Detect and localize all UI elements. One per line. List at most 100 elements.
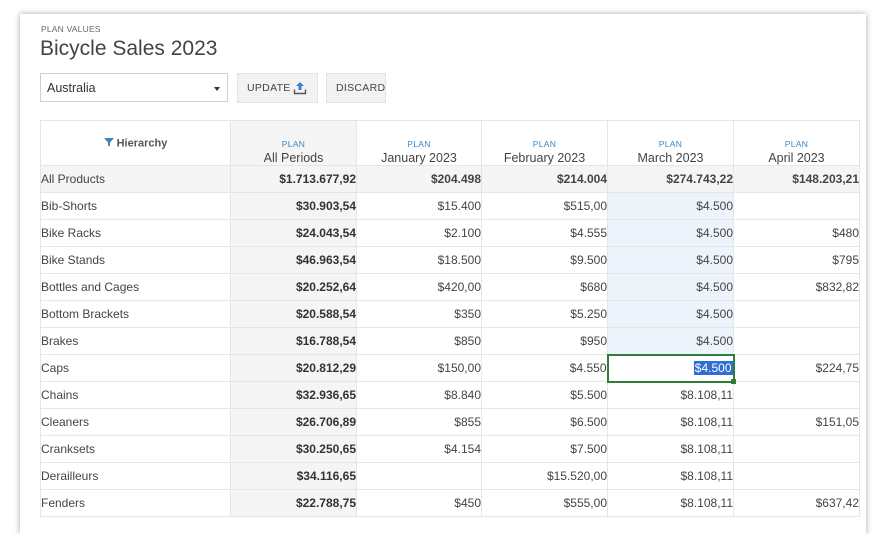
value-cell[interactable]: $18.500	[356, 246, 482, 274]
row-label: Fenders	[40, 489, 231, 517]
value-cell[interactable]	[356, 462, 482, 490]
region-select[interactable]: Australia	[40, 73, 228, 102]
value-cell[interactable]: $4.500	[607, 192, 734, 220]
value-cell[interactable]	[733, 327, 860, 355]
table-row: Derailleurs $34.116,65 $15.520,00 $8.108…	[40, 462, 860, 490]
value-cell[interactable]: $555,00	[481, 489, 608, 517]
row-total-cell: $30.903,54	[230, 192, 357, 220]
value-cell[interactable]: $274.743,22	[607, 165, 734, 193]
row-label: All Products	[40, 165, 231, 193]
row-total-cell: $20.588,54	[230, 300, 357, 328]
value-cell[interactable]: $480	[733, 219, 860, 247]
value-cell[interactable]: $680	[481, 273, 608, 301]
value-cell[interactable]: $151,05	[733, 408, 860, 436]
row-label: Bib-Shorts	[40, 192, 231, 220]
value-cell[interactable]: $8.108,11	[607, 408, 734, 436]
plan-values-panel: PLAN VALUES Bicycle Sales 2023 Australia…	[20, 14, 866, 534]
value-cell[interactable]: $4.500	[607, 219, 734, 247]
row-total-cell: $32.936,65	[230, 381, 357, 409]
value-cell[interactable]: $2.100	[356, 219, 482, 247]
value-cell[interactable]: $15.400	[356, 192, 482, 220]
page-title: Bicycle Sales 2023	[40, 37, 218, 60]
row-total-cell: $16.788,54	[230, 327, 357, 355]
value-cell[interactable]: $8.108,11	[607, 381, 734, 409]
value-cell[interactable]: $9.500	[481, 246, 608, 274]
value-cell[interactable]: $855	[356, 408, 482, 436]
value-cell[interactable]: $4.500	[607, 273, 734, 301]
value-cell[interactable]: $8.108,11	[607, 462, 734, 490]
column-header-january-2023[interactable]: PLAN January 2023	[356, 120, 482, 166]
row-label: Bottom Brackets	[40, 300, 231, 328]
fill-handle[interactable]	[730, 378, 736, 384]
value-cell[interactable]: $950	[481, 327, 608, 355]
value-cell[interactable]: $850	[356, 327, 482, 355]
value-cell[interactable]: $4.550	[481, 354, 608, 382]
hierarchy-header[interactable]: Hierarchy	[40, 120, 231, 166]
value-cell[interactable]: $8.108,11	[607, 489, 734, 517]
value-cell[interactable]: $450	[356, 489, 482, 517]
value-cell[interactable]: $4.555	[481, 219, 608, 247]
discard-button[interactable]: DISCARD	[326, 73, 386, 103]
plan-label: PLAN	[407, 139, 431, 149]
value-cell[interactable]: $832,82	[733, 273, 860, 301]
table-row: Cranksets $30.250,65 $4.154 $7.500 $8.10…	[40, 435, 860, 463]
column-header-april-2023[interactable]: PLAN April 2023	[733, 120, 860, 166]
region-select-value: Australia	[47, 80, 96, 95]
period-label: All Periods	[263, 151, 324, 165]
value-cell[interactable]	[733, 462, 860, 490]
value-cell[interactable]: $515,00	[481, 192, 608, 220]
value-cell[interactable]: $5.500	[481, 381, 608, 409]
value-cell[interactable]: $420,00	[356, 273, 482, 301]
selected-cell-editor[interactable]: $4.500	[606, 353, 736, 384]
update-button[interactable]: UPDATE	[237, 73, 318, 103]
row-label: Bottles and Cages	[40, 273, 231, 301]
value-cell[interactable]: $4.154	[356, 435, 482, 463]
table-row: Chains $32.936,65 $8.840 $5.500 $8.108,1…	[40, 381, 860, 409]
row-total-cell: $20.252,64	[230, 273, 357, 301]
value-cell[interactable]: $204.498	[356, 165, 482, 193]
column-header-march-2023[interactable]: PLAN March 2023	[607, 120, 734, 166]
value-cell[interactable]	[733, 435, 860, 463]
row-total-cell: $1.713.677,92	[230, 165, 357, 193]
column-header-february-2023[interactable]: PLAN February 2023	[481, 120, 608, 166]
value-cell[interactable]: $214.004	[481, 165, 608, 193]
value-cell[interactable]: $637,42	[733, 489, 860, 517]
plan-grid: Hierarchy PLAN All Periods PLAN January …	[40, 120, 860, 517]
plan-label: PLAN	[658, 139, 683, 149]
value-cell[interactable]: $350	[356, 300, 482, 328]
table-row: Bottles and Cages $20.252,64 $420,00 $68…	[40, 273, 860, 301]
plan-label: PLAN	[532, 139, 557, 149]
table-row: Caps $20.812,29 $150,00 $4.550 $4.500 $2…	[40, 353, 860, 384]
value-cell[interactable]: $7.500	[481, 435, 608, 463]
column-header-all-periods[interactable]: PLAN All Periods	[230, 120, 357, 166]
row-label: Bike Racks	[40, 219, 231, 247]
value-cell[interactable]: $795	[733, 246, 860, 274]
value-cell[interactable]: $224,75	[733, 354, 860, 382]
selected-cell-text[interactable]: $4.500	[693, 361, 733, 375]
value-cell[interactable]	[733, 381, 860, 409]
period-label: January 2023	[381, 151, 457, 165]
value-cell[interactable]: $148.203,21	[733, 165, 860, 193]
value-cell[interactable]: $150,00	[356, 354, 482, 382]
value-cell[interactable]: $8.108,11	[607, 435, 734, 463]
value-cell[interactable]	[733, 192, 860, 220]
row-label: Chains	[40, 381, 231, 409]
value-cell[interactable]: $6.500	[481, 408, 608, 436]
update-button-label: UPDATE	[247, 82, 291, 94]
chevron-down-icon	[214, 87, 220, 91]
value-cell[interactable]: $4.500	[607, 300, 734, 328]
value-cell[interactable]: $8.840	[356, 381, 482, 409]
value-cell[interactable]: $4.500	[607, 327, 734, 355]
table-row: Bike Racks $24.043,54 $2.100 $4.555 $4.5…	[40, 219, 860, 247]
value-cell[interactable]: $4.500	[607, 246, 734, 274]
table-row: All Products $1.713.677,92 $204.498 $214…	[40, 165, 860, 193]
upload-icon	[293, 81, 307, 98]
value-cell[interactable]	[733, 300, 860, 328]
row-total-cell: $46.963,54	[230, 246, 357, 274]
row-total-cell: $30.250,65	[230, 435, 357, 463]
filter-icon[interactable]	[103, 137, 114, 150]
row-total-cell: $26.706,89	[230, 408, 357, 436]
value-cell[interactable]: $5.250	[481, 300, 608, 328]
value-cell[interactable]: $15.520,00	[481, 462, 608, 490]
row-label: Cleaners	[40, 408, 231, 436]
